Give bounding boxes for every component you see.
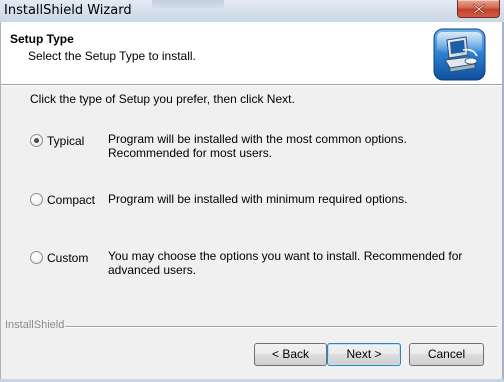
installshield-wizard-window: InstallShield Wizard Setup Type Select t… <box>0 0 504 382</box>
dialog-header: Setup Type Select the Setup Type to inst… <box>1 22 502 85</box>
page-title: Setup Type <box>10 32 74 46</box>
brand-label: InstallShield <box>5 319 65 331</box>
option-label-typical[interactable]: Typical <box>47 134 84 148</box>
title-bar[interactable]: InstallShield Wizard <box>0 0 504 22</box>
next-button[interactable]: Next > <box>327 343 401 366</box>
option-description-custom: You may choose the options you want to i… <box>108 249 463 277</box>
radio-compact[interactable] <box>30 193 43 206</box>
window-title: InstallShield Wizard <box>4 3 132 18</box>
radio-typical[interactable] <box>30 134 43 147</box>
option-label-custom[interactable]: Custom <box>47 251 88 265</box>
divider-line <box>65 326 497 328</box>
page-subtitle: Select the Setup Type to install. <box>28 49 196 63</box>
installshield-brand-divider: InstallShield <box>5 319 497 332</box>
title-bar-blur <box>152 0 224 8</box>
computer-setup-icon <box>433 28 486 81</box>
radio-selected-dot <box>34 138 39 143</box>
close-button[interactable] <box>457 0 500 18</box>
dialog-body: Setup Type Select the Setup Type to inst… <box>1 22 502 379</box>
instruction-text: Click the type of Setup you prefer, then… <box>30 92 295 106</box>
cancel-button[interactable]: Cancel <box>409 343 484 366</box>
option-label-compact[interactable]: Compact <box>47 193 95 207</box>
option-description-typical: Program will be installed with the most … <box>108 132 407 160</box>
radio-custom[interactable] <box>30 251 43 264</box>
close-icon <box>473 4 485 14</box>
option-description-compact: Program will be installed with minimum r… <box>108 192 408 206</box>
back-button[interactable]: < Back <box>254 343 327 366</box>
